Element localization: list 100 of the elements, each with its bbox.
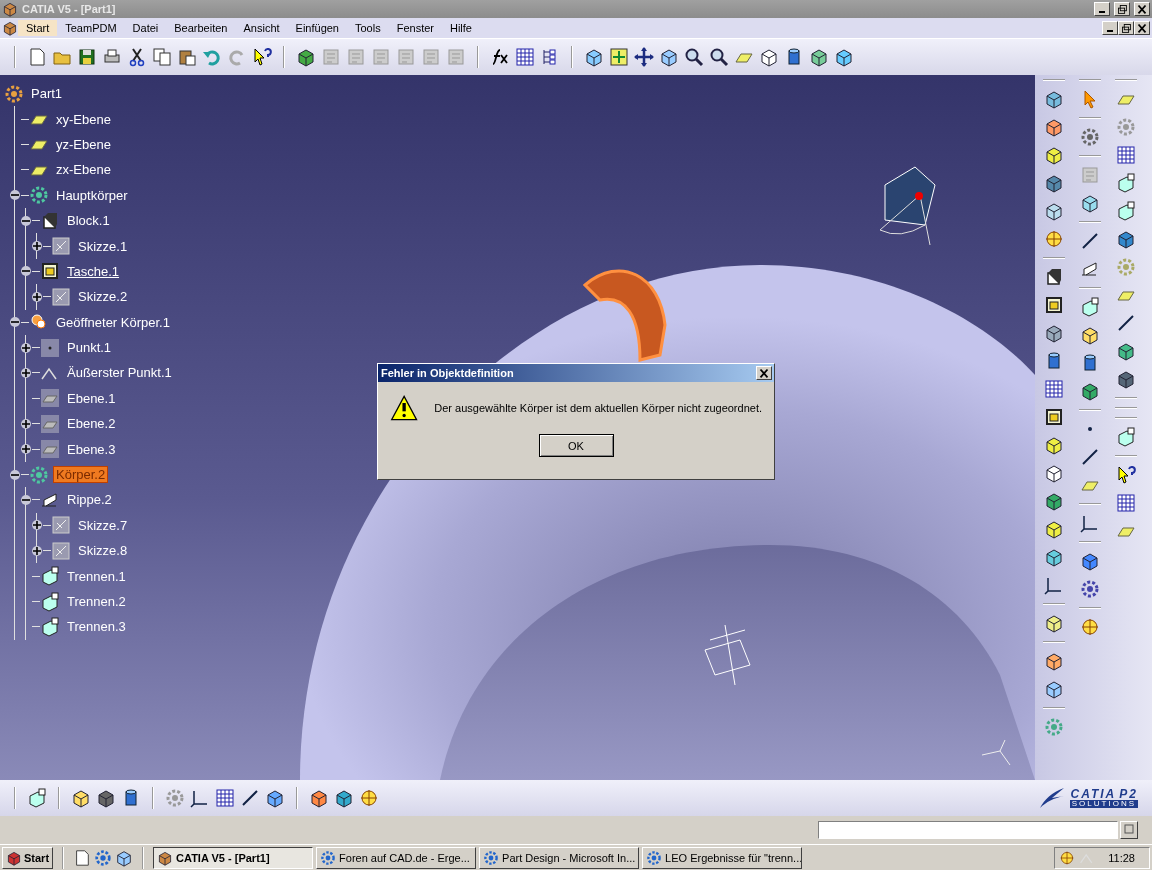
gear-icon[interactable] (29, 185, 49, 206)
split-icon[interactable] (40, 566, 60, 587)
collapse-toggle[interactable] (20, 493, 32, 506)
help-cursor-icon[interactable] (252, 47, 272, 67)
tree-item[interactable]: Rippe.2 (65, 492, 114, 508)
expand-toggle[interactable] (20, 341, 32, 354)
collapse-toggle[interactable] (20, 265, 32, 278)
split-icon[interactable] (40, 591, 60, 612)
block-icon[interactable] (1116, 201, 1136, 221)
menu-item[interactable]: Datei (124, 20, 167, 36)
zoom-out-icon[interactable] (709, 47, 729, 67)
box-icon[interactable] (1080, 193, 1100, 213)
line-icon[interactable] (1080, 447, 1100, 467)
cube-icon[interactable] (1116, 229, 1136, 249)
gear-icon[interactable] (1080, 127, 1100, 147)
tree-item[interactable]: Skizze.7 (76, 517, 130, 533)
tree-item[interactable]: Block.1 (65, 213, 112, 229)
save-icon[interactable] (77, 47, 97, 67)
pocket-icon[interactable] (1044, 295, 1064, 315)
tree-item[interactable]: yz-Ebene (54, 136, 113, 152)
menu-item[interactable]: Bearbeiten (166, 20, 236, 36)
tray-icon[interactable] (1059, 849, 1075, 866)
line-icon[interactable] (1080, 231, 1100, 251)
block-icon[interactable] (40, 210, 60, 231)
block-icon[interactable] (1116, 173, 1136, 193)
restore-button[interactable] (1114, 2, 1130, 16)
menu-item[interactable]: Tools (347, 20, 389, 36)
menu-item[interactable]: Start (18, 20, 58, 36)
square-icon[interactable] (1044, 407, 1064, 427)
menu-item[interactable]: Hilfe (442, 20, 480, 36)
cube-icon[interactable] (1044, 651, 1064, 671)
table-icon[interactable] (1116, 493, 1136, 513)
collapse-toggle[interactable] (9, 316, 21, 329)
split-icon[interactable] (40, 616, 60, 637)
pan-icon[interactable] (634, 47, 654, 67)
cube-icon[interactable] (1116, 427, 1136, 447)
collapse-toggle[interactable] (20, 214, 32, 227)
cube-icon[interactable] (1080, 381, 1100, 401)
expand-toggle[interactable] (31, 240, 43, 253)
command-field[interactable] (818, 821, 1118, 839)
line-icon[interactable] (1116, 313, 1136, 333)
start-button[interactable]: Start (2, 846, 54, 869)
formula-icon[interactable] (490, 47, 510, 67)
scissors-icon[interactable] (127, 47, 147, 67)
menu-item[interactable]: Fenster (388, 20, 442, 36)
close-button[interactable] (756, 366, 772, 380)
cube-icon[interactable] (1044, 679, 1064, 699)
expand-toggle[interactable] (31, 290, 43, 303)
target-icon[interactable] (359, 788, 379, 808)
tree-item[interactable]: Äußerster Punkt.1 (65, 365, 174, 381)
menu-item[interactable]: Einfügen (287, 20, 347, 36)
taskbar-button[interactable]: Foren auf CAD.de - Erge... (316, 846, 477, 869)
cube-icon[interactable] (1044, 613, 1064, 633)
document-close-button[interactable] (1134, 21, 1150, 35)
command-button[interactable] (1120, 821, 1138, 839)
axis-icon[interactable] (190, 788, 210, 808)
undo-icon[interactable] (202, 47, 222, 67)
tree-item[interactable]: Ebene.3 (65, 441, 118, 457)
tree-item[interactable]: Trennen.2 (65, 594, 128, 609)
taskbar-button[interactable]: LEO Ergebnisse für "trenn... (642, 846, 803, 869)
tree-item[interactable]: xy-Ebene (54, 111, 113, 127)
tree-item[interactable]: Skizze.8 (76, 543, 130, 559)
gear-icon[interactable] (4, 83, 24, 104)
tree-item[interactable]: zx-Ebene (54, 162, 113, 178)
expand-toggle[interactable] (20, 417, 32, 430)
tree-item[interactable]: Skizze.2 (76, 289, 130, 305)
axis-icon[interactable] (1080, 513, 1100, 533)
menu-item[interactable]: TeamPDM (57, 20, 125, 36)
expand-toggle[interactable] (31, 519, 43, 532)
ok-button[interactable]: OK (538, 434, 614, 457)
tree-item[interactable]: Trennen.3 (65, 619, 128, 635)
expand-toggle[interactable] (31, 544, 43, 557)
split-icon[interactable] (1080, 297, 1100, 317)
close-button[interactable] (1134, 2, 1150, 16)
document-minimize-button[interactable] (1102, 21, 1118, 35)
tree-item[interactable]: Part1 (29, 86, 65, 102)
menu-item[interactable]: Ansicht (235, 20, 288, 36)
target-icon[interactable] (1044, 229, 1064, 249)
tree-item[interactable]: Ebene.2 (65, 416, 118, 432)
expand-toggle[interactable] (20, 367, 32, 379)
tree-item[interactable]: Ebene.1 (65, 390, 118, 406)
collapse-toggle[interactable] (9, 468, 21, 481)
copy-icon[interactable] (152, 47, 172, 67)
cube-icon[interactable] (1116, 369, 1136, 389)
new-file-icon[interactable] (27, 47, 47, 67)
tree-item[interactable]: Trennen.1 (65, 568, 128, 584)
fit-all-icon[interactable] (609, 47, 629, 67)
cube-icon[interactable] (1080, 551, 1100, 571)
pattern-icon[interactable] (1044, 379, 1064, 399)
expand-toggle[interactable] (20, 443, 32, 456)
minimize-button[interactable] (1094, 2, 1110, 16)
tree-item[interactable]: Tasche.1 (65, 263, 122, 279)
zoom-in-icon[interactable] (684, 47, 704, 67)
view-cube-icon[interactable] (759, 47, 779, 67)
table-icon[interactable] (515, 47, 535, 67)
tree-item[interactable]: Skizze.1 (76, 238, 130, 254)
paste-icon[interactable] (177, 47, 197, 67)
block-icon[interactable] (1044, 463, 1064, 483)
target-icon[interactable] (1080, 617, 1100, 637)
line-icon[interactable] (240, 788, 260, 808)
